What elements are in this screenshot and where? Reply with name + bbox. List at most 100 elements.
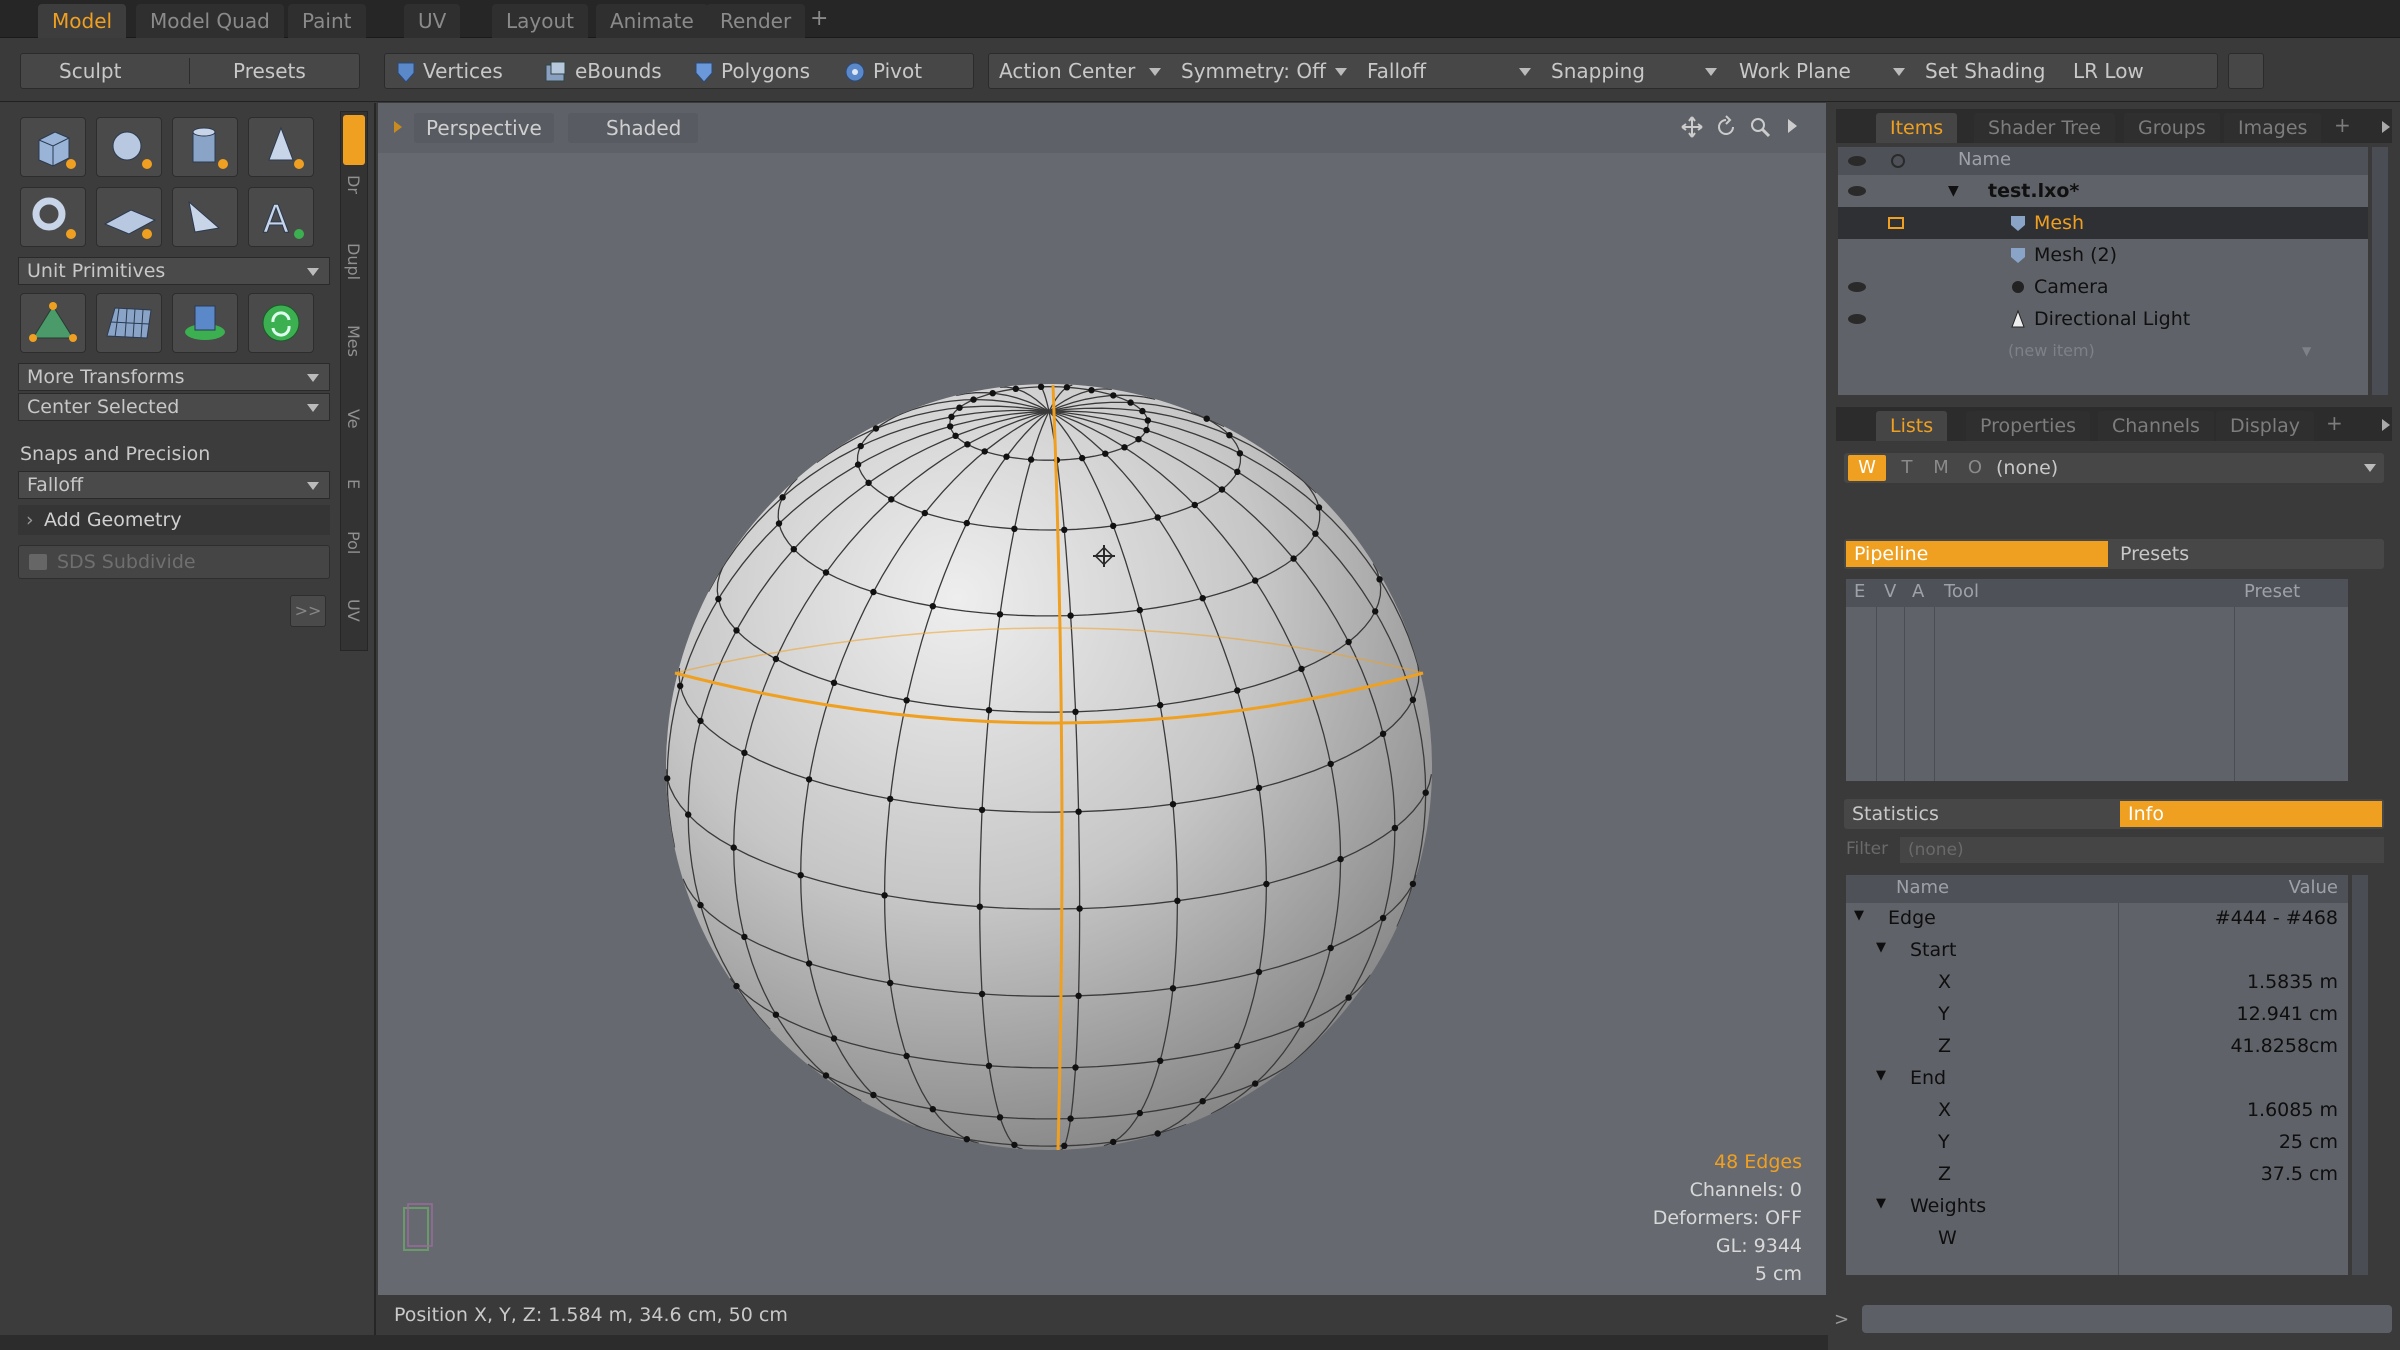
add-geometry-section[interactable]: › Add Geometry: [18, 505, 330, 535]
symmetry-dropdown[interactable]: Symmetry: Off: [1181, 54, 1326, 88]
expand-toolbox-button[interactable]: >>: [290, 595, 326, 627]
recycle-tool-icon[interactable]: [248, 293, 314, 353]
vtab-dupl[interactable]: Dupl: [344, 243, 363, 280]
collapse-arrow-icon[interactable]: ▼: [1876, 1068, 1886, 1083]
tab-uv[interactable]: UV: [404, 4, 461, 38]
tab-model-quad[interactable]: Model Quad: [136, 4, 284, 38]
visibility-eye-icon[interactable]: [1846, 183, 1868, 199]
m-filter-button[interactable]: M: [1928, 455, 1954, 481]
item-row-mesh-2[interactable]: Mesh (2): [1838, 239, 2368, 271]
tab-groups[interactable]: Groups: [2124, 113, 2220, 143]
center-selected-dropdown[interactable]: Center Selected: [18, 393, 330, 421]
rotate-icon[interactable]: [1714, 115, 1738, 139]
unit-primitives-dropdown[interactable]: Unit Primitives: [18, 257, 330, 285]
vertical-tab-active[interactable]: [343, 115, 365, 165]
text-primitive-icon[interactable]: A: [248, 187, 314, 247]
falloff-dropdown[interactable]: Falloff: [1367, 54, 1426, 88]
tab-channels[interactable]: Channels: [2098, 411, 2214, 441]
pivot-button[interactable]: Pivot: [873, 54, 922, 88]
sds-subdivide-button[interactable]: SDS Subdivide: [18, 545, 330, 579]
filter-dropdown[interactable]: (none): [1900, 837, 2384, 863]
viewport-menu-arrow-icon[interactable]: [394, 121, 402, 133]
polygons-button[interactable]: Polygons: [721, 54, 810, 88]
collapse-arrow-icon[interactable]: ▼: [1854, 908, 1864, 923]
item-row-light[interactable]: Directional Light: [1838, 303, 2368, 335]
vtab-dr[interactable]: Dr: [344, 175, 363, 194]
grid-tool-icon[interactable]: [96, 293, 162, 353]
drop-tool-icon[interactable]: [172, 293, 238, 353]
command-input[interactable]: [1862, 1305, 2392, 1333]
pen-tool-icon[interactable]: [20, 293, 86, 353]
pipeline-tab[interactable]: Pipeline: [1846, 541, 2108, 567]
info-row[interactable]: ▼ Weights: [1846, 1191, 2348, 1223]
items-scrollbar[interactable]: [2372, 147, 2388, 395]
collapse-arrow-icon[interactable]: ▼: [1948, 175, 1959, 207]
work-plane-dropdown[interactable]: Work Plane: [1739, 54, 1851, 88]
presets-button[interactable]: Presets: [233, 54, 306, 88]
vtab-e[interactable]: E: [344, 479, 363, 489]
left-falloff-dropdown[interactable]: Falloff: [18, 471, 330, 499]
statistics-tab[interactable]: Statistics: [1852, 801, 1939, 827]
perspective-view-dropdown[interactable]: Perspective: [414, 113, 554, 143]
info-row[interactable]: ▼ Start: [1846, 935, 2348, 967]
items-more-icon[interactable]: [2382, 121, 2390, 133]
info-row[interactable]: ▼ Edge #444 - #468: [1846, 903, 2348, 935]
add-lists-tab-button[interactable]: +: [2326, 411, 2343, 435]
lists-more-icon[interactable]: [2382, 419, 2390, 431]
cube-primitive-icon[interactable]: [20, 117, 86, 177]
vtab-ve[interactable]: Ve: [344, 409, 363, 429]
item-row-scene[interactable]: ▼ test.lxo*: [1838, 175, 2368, 207]
vtab-mes[interactable]: Mes: [344, 325, 363, 357]
shading-mode-dropdown[interactable]: Shaded: [568, 113, 698, 143]
tab-items[interactable]: Items: [1876, 113, 1958, 143]
toolbar-extra-button[interactable]: [2228, 53, 2264, 89]
add-items-tab-button[interactable]: +: [2334, 113, 2351, 137]
info-tab[interactable]: Info: [2120, 801, 2382, 827]
viewport-more-arrow-icon[interactable]: [1788, 119, 1797, 133]
tab-shader-tree[interactable]: Shader Tree: [1974, 113, 2115, 143]
collapse-arrow-icon[interactable]: ▼: [1876, 1196, 1886, 1211]
tab-images[interactable]: Images: [2224, 113, 2322, 143]
w-filter-button[interactable]: W: [1848, 455, 1886, 481]
set-shading-button[interactable]: Set Shading: [1925, 54, 2045, 88]
visibility-eye-icon[interactable]: [1846, 311, 1868, 327]
tab-paint[interactable]: Paint: [288, 4, 366, 38]
vertices-button[interactable]: Vertices: [423, 54, 503, 88]
info-scrollbar[interactable]: [2352, 875, 2368, 1275]
action-center-dropdown[interactable]: Action Center: [999, 54, 1135, 88]
vtab-pol[interactable]: Pol: [344, 531, 363, 554]
o-filter-button[interactable]: O: [1962, 455, 1988, 481]
vtab-uv[interactable]: UV: [344, 599, 363, 622]
wedge-primitive-icon[interactable]: [172, 187, 238, 247]
item-row-camera[interactable]: Camera: [1838, 271, 2368, 303]
tab-lists[interactable]: Lists: [1876, 411, 1948, 441]
cylinder-primitive-icon[interactable]: [172, 117, 238, 177]
visibility-eye-icon[interactable]: [1846, 279, 1868, 295]
t-filter-button[interactable]: T: [1894, 455, 1920, 481]
more-transforms-dropdown[interactable]: More Transforms: [18, 363, 330, 391]
ebounds-button[interactable]: eBounds: [575, 54, 662, 88]
lr-low-button[interactable]: LR Low: [2073, 54, 2144, 88]
tab-display[interactable]: Display: [2216, 411, 2315, 441]
tool-preset-dropdown[interactable]: (none): [1996, 455, 2058, 481]
zoom-icon[interactable]: [1748, 115, 1772, 139]
new-item-dropdown-icon[interactable]: ▼: [2302, 335, 2311, 367]
tab-layout[interactable]: Layout: [492, 4, 588, 38]
snapping-dropdown[interactable]: Snapping: [1551, 54, 1645, 88]
add-tab-button[interactable]: +: [810, 6, 828, 31]
item-row-new[interactable]: (new item) ▼: [1838, 335, 2368, 367]
info-row[interactable]: ▼ End: [1846, 1063, 2348, 1095]
plane-primitive-icon[interactable]: [96, 187, 162, 247]
tab-render[interactable]: Render: [706, 4, 806, 38]
collapse-arrow-icon[interactable]: ▼: [1876, 940, 1886, 955]
tab-properties[interactable]: Properties: [1966, 411, 2091, 441]
item-row-mesh[interactable]: Mesh: [1838, 207, 2368, 239]
torus-primitive-icon[interactable]: [20, 187, 86, 247]
sculpt-button[interactable]: Sculpt: [59, 54, 121, 88]
pan-icon[interactable]: [1680, 115, 1704, 139]
cone-primitive-icon[interactable]: [248, 117, 314, 177]
tab-animate[interactable]: Animate: [596, 4, 708, 38]
sphere-primitive-icon[interactable]: [96, 117, 162, 177]
sphere-mesh[interactable]: [378, 153, 1826, 1295]
presets-tab[interactable]: Presets: [2120, 541, 2189, 567]
